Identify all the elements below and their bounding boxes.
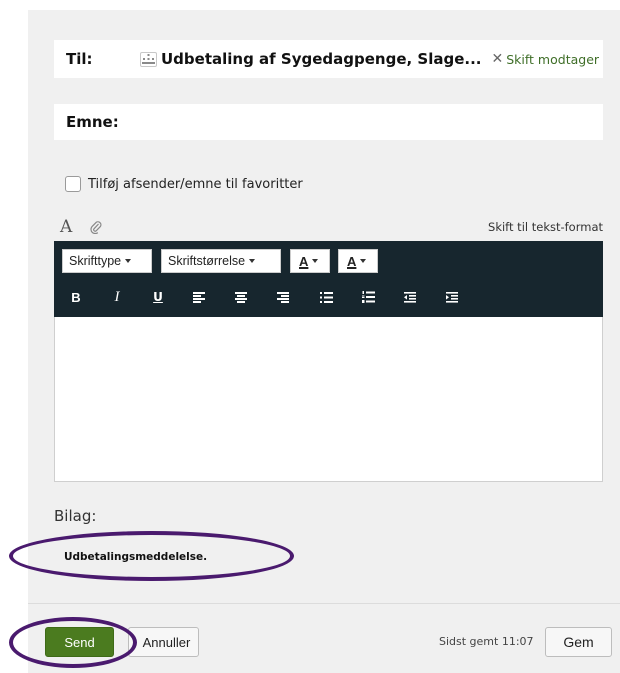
change-recipient-link[interactable]: ✕ Skift modtager xyxy=(492,51,600,67)
footer-divider xyxy=(28,603,620,604)
font-dropdown[interactable]: Skrifttype xyxy=(62,249,152,273)
last-saved-text: Sidst gemt 11:07 xyxy=(439,635,534,648)
switch-text-format-link[interactable]: Skift til tekst-format xyxy=(488,220,603,234)
background-color-icon: A xyxy=(347,253,357,269)
message-editor[interactable] xyxy=(54,317,603,482)
favorite-row[interactable]: Tilføj afsender/emne til favoritter xyxy=(65,176,303,192)
numbered-list-icon xyxy=(361,291,375,303)
align-left-button[interactable] xyxy=(189,288,209,306)
text-color-icon: A xyxy=(299,253,309,269)
align-left-icon xyxy=(193,291,205,303)
recipient-field: Til: Udbetaling af Sygedagpenge, Slage..… xyxy=(54,40,603,78)
align-center-icon xyxy=(235,291,247,303)
caret-down-icon xyxy=(312,259,319,263)
close-icon: ✕ xyxy=(491,51,504,67)
font-dropdown-label: Skrifttype xyxy=(69,254,122,268)
font-size-dropdown-label: Skriftstørrelse xyxy=(168,254,246,268)
attachment-item[interactable]: Udbetalingsmeddelelse. xyxy=(64,551,207,563)
caret-down-icon xyxy=(125,259,132,263)
background-color-dropdown[interactable]: A xyxy=(338,249,378,273)
subject-field[interactable]: Emne: xyxy=(54,104,603,140)
bold-button[interactable]: B xyxy=(66,288,86,306)
editor-header: A Skift til tekst-format xyxy=(54,216,603,238)
indent-icon xyxy=(446,291,458,303)
outdent-icon xyxy=(404,291,416,303)
recipient-label: Til: xyxy=(66,50,93,68)
editor-toolbar: Skrifttype Skriftstørrelse A A B I U xyxy=(54,241,603,317)
favorite-label: Tilføj afsender/emne til favoritter xyxy=(88,176,303,192)
align-right-button[interactable] xyxy=(273,288,293,306)
numbered-list-button[interactable] xyxy=(358,288,378,306)
recipient-name: Udbetaling af Sygedagpenge, Slage... xyxy=(161,50,482,68)
font-format-icon[interactable]: A xyxy=(60,217,72,237)
outdent-button[interactable] xyxy=(400,288,420,306)
text-color-dropdown[interactable]: A xyxy=(290,249,330,273)
bullet-list-icon xyxy=(319,291,333,303)
subject-label: Emne: xyxy=(66,113,119,131)
organization-icon xyxy=(140,51,157,67)
send-button[interactable]: Send xyxy=(45,627,114,657)
paperclip-icon[interactable] xyxy=(90,219,102,238)
caret-down-icon xyxy=(360,259,367,263)
caret-down-icon xyxy=(249,259,256,263)
change-recipient-label: Skift modtager xyxy=(506,51,600,67)
italic-button[interactable]: I xyxy=(107,288,127,306)
align-right-icon xyxy=(277,291,289,303)
attachments-label: Bilag: xyxy=(54,507,97,525)
favorite-checkbox[interactable] xyxy=(65,176,81,192)
save-button[interactable]: Gem xyxy=(545,627,612,657)
cancel-button[interactable]: Annuller xyxy=(128,627,199,657)
underline-button[interactable]: U xyxy=(148,288,168,306)
font-size-dropdown[interactable]: Skriftstørrelse xyxy=(161,249,281,273)
align-center-button[interactable] xyxy=(231,288,251,306)
bullet-list-button[interactable] xyxy=(316,288,336,306)
indent-button[interactable] xyxy=(442,288,462,306)
